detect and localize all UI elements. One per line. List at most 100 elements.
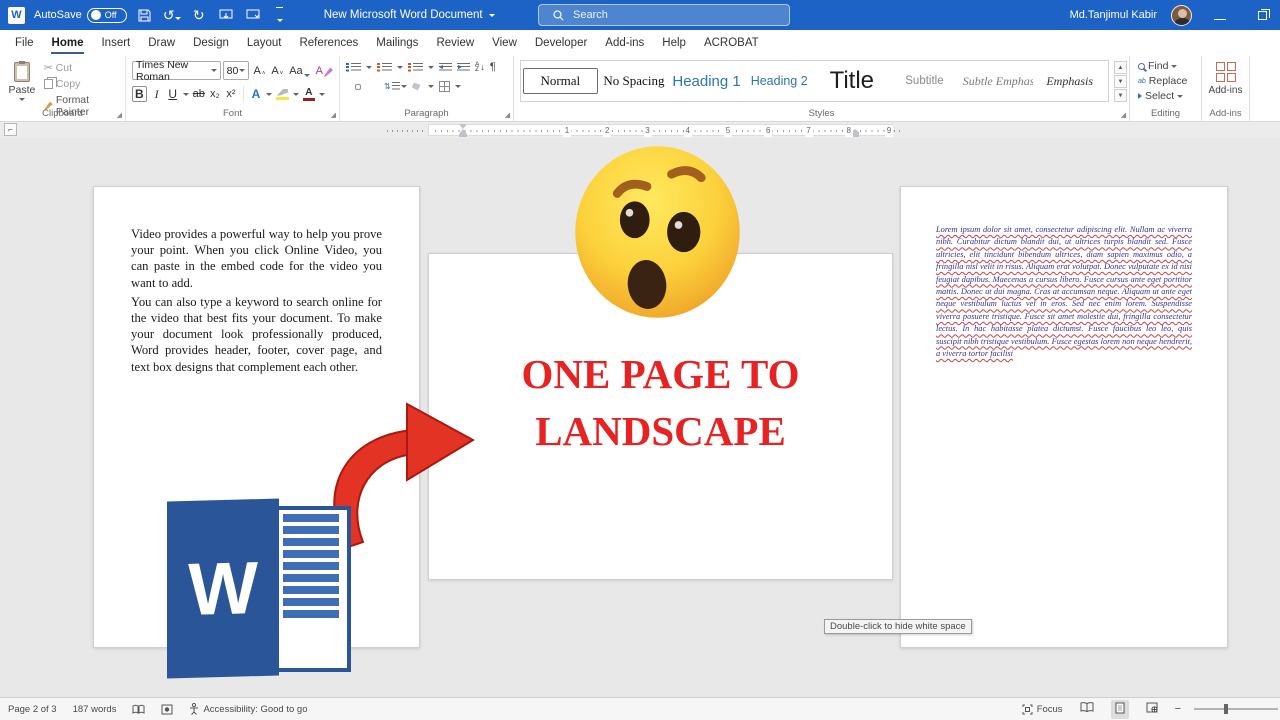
numbering-dropdown-icon[interactable]	[397, 66, 403, 69]
change-case-button[interactable]: Aa	[287, 64, 311, 78]
read-mode-button[interactable]	[1076, 700, 1098, 718]
align-right-button[interactable]	[366, 85, 370, 89]
decrease-indent-icon[interactable]	[439, 63, 452, 72]
underline-button[interactable]: U	[167, 87, 179, 101]
touch-mode-icon[interactable]	[217, 9, 235, 21]
tab-developer[interactable]: Developer	[526, 32, 596, 54]
cut-button[interactable]: ✂Cut	[44, 62, 125, 74]
macro-record-icon[interactable]	[161, 704, 173, 715]
quick-access-icon[interactable]	[244, 9, 262, 21]
zoom-out-button[interactable]: −	[1175, 703, 1181, 715]
tab-draw[interactable]: Draw	[139, 32, 184, 54]
subscript-button[interactable]: x₂	[209, 88, 221, 100]
addins-icon[interactable]	[1216, 62, 1236, 82]
line-spacing-button[interactable]: ⇅	[384, 82, 407, 91]
text-effects-button[interactable]: A	[250, 87, 262, 101]
tab-acrobat[interactable]: ACROBAT	[695, 32, 768, 54]
print-layout-button[interactable]	[1111, 700, 1129, 719]
font-dialog-launcher[interactable]: ◢	[331, 111, 336, 119]
addins-button-label[interactable]: Add-ins	[1209, 85, 1243, 96]
highlight-dropdown-icon[interactable]	[293, 93, 299, 96]
tab-mailings[interactable]: Mailings	[367, 32, 427, 54]
undo-icon[interactable]: ↺	[163, 8, 181, 22]
bold-button[interactable]: B	[132, 86, 147, 102]
proofing-icon[interactable]	[132, 704, 145, 715]
headline-text[interactable]: ONE PAGE TO LANDSCAPE	[429, 346, 892, 460]
multilevel-dropdown-icon[interactable]	[428, 66, 434, 69]
tab-layout[interactable]: Layout	[238, 32, 291, 54]
tab-help[interactable]: Help	[653, 32, 695, 54]
increase-indent-icon[interactable]	[457, 63, 470, 72]
superscript-button[interactable]: x²	[225, 88, 237, 100]
copy-button[interactable]: Copy	[44, 78, 125, 90]
style-heading-1[interactable]: Heading 1	[670, 69, 743, 94]
style-heading-2[interactable]: Heading 2	[743, 70, 816, 92]
web-layout-button[interactable]	[1142, 700, 1162, 718]
underline-dropdown-icon[interactable]	[183, 93, 189, 96]
shrink-font-button[interactable]: A˅	[269, 64, 285, 78]
paragraph-1[interactable]: Video provides a powerful way to help yo…	[131, 226, 382, 291]
search-input[interactable]: Search	[538, 4, 790, 26]
tab-stop-selector[interactable]: ⌐	[4, 123, 17, 136]
zoom-slider[interactable]	[1194, 708, 1278, 710]
minimize-button[interactable]	[1206, 8, 1234, 22]
document-title[interactable]: New Microsoft Word Document	[324, 9, 495, 21]
style-subtle-emphasis[interactable]: Subtle Emphas	[961, 70, 1034, 93]
lorem-ipsum-text[interactable]: Lorem ipsum dolor sit amet, consectetur …	[936, 224, 1192, 360]
font-color-button[interactable]: A	[303, 88, 315, 101]
font-name-select[interactable]: Times New Roman	[132, 61, 221, 80]
tab-addins[interactable]: Add-ins	[596, 32, 653, 54]
align-center-button[interactable]	[355, 84, 361, 90]
align-left-button[interactable]	[346, 85, 350, 89]
bullets-dropdown-icon[interactable]	[366, 66, 372, 69]
highlight-button[interactable]	[276, 89, 289, 100]
tab-references[interactable]: References	[290, 32, 367, 54]
styles-scroll-down[interactable]: ▼	[1114, 75, 1127, 88]
word-app-icon[interactable]: W	[8, 7, 25, 24]
shading-dropdown-icon[interactable]	[428, 85, 434, 88]
user-name[interactable]: Md.Tanjimul Kabir	[1070, 9, 1157, 21]
redo-icon[interactable]: ↻	[190, 8, 208, 22]
style-subtitle[interactable]: Subtitle	[888, 71, 961, 91]
tab-insert[interactable]: Insert	[92, 32, 139, 54]
numbering-icon[interactable]	[377, 63, 392, 72]
styles-more-button[interactable]: ▼	[1114, 89, 1127, 102]
style-no-spacing[interactable]: No Spacing	[598, 69, 671, 93]
paste-dropdown-icon[interactable]	[19, 98, 25, 101]
paragraph-dialog-launcher[interactable]: ◢	[505, 111, 510, 119]
style-emphasis[interactable]: Emphasis	[1033, 70, 1106, 93]
autosave-switch[interactable]: Off	[87, 8, 127, 23]
bullets-icon[interactable]	[346, 63, 361, 72]
clear-formatting-button[interactable]: A	[314, 64, 335, 78]
hanging-indent-marker[interactable]	[459, 129, 467, 138]
style-title[interactable]: Title	[816, 63, 889, 99]
restore-button[interactable]	[1248, 8, 1276, 22]
strikethrough-button[interactable]: ab	[193, 88, 205, 100]
accessibility-status[interactable]: Accessibility: Good to go	[189, 703, 307, 715]
document-canvas[interactable]: Video provides a powerful way to help yo…	[0, 138, 1280, 697]
zoom-slider-thumb[interactable]	[1224, 704, 1228, 714]
select-button[interactable]: Select	[1138, 90, 1201, 102]
styles-scroll-up[interactable]: ▲	[1114, 61, 1127, 74]
style-normal[interactable]: Normal	[523, 68, 598, 94]
find-button[interactable]: Find	[1138, 60, 1201, 72]
font-size-select[interactable]: 80	[223, 61, 250, 80]
font-color-dropdown-icon[interactable]	[319, 93, 325, 96]
toolbar-overflow-icon[interactable]	[271, 7, 289, 24]
tab-review[interactable]: Review	[427, 32, 483, 54]
sort-button[interactable]: AZ↓	[475, 62, 485, 72]
word-count[interactable]: 187 words	[73, 704, 117, 715]
tab-home[interactable]: Home	[43, 32, 93, 54]
pilcrow-button[interactable]: ¶	[490, 61, 496, 73]
justify-button[interactable]	[375, 85, 379, 89]
tab-view[interactable]: View	[483, 32, 526, 54]
body-text[interactable]: Video provides a powerful way to help yo…	[131, 226, 382, 375]
focus-button[interactable]: Focus	[1022, 704, 1063, 715]
text-effects-dropdown-icon[interactable]	[266, 93, 272, 96]
tab-design[interactable]: Design	[184, 32, 238, 54]
borders-icon[interactable]	[439, 81, 450, 92]
clipboard-dialog-launcher[interactable]: ◢	[117, 111, 122, 119]
page-3[interactable]: Lorem ipsum dolor sit amet, consectetur …	[900, 186, 1228, 648]
styles-dialog-launcher[interactable]: ◢	[1121, 111, 1126, 119]
paragraph-2[interactable]: You can also type a keyword to search on…	[131, 294, 382, 375]
